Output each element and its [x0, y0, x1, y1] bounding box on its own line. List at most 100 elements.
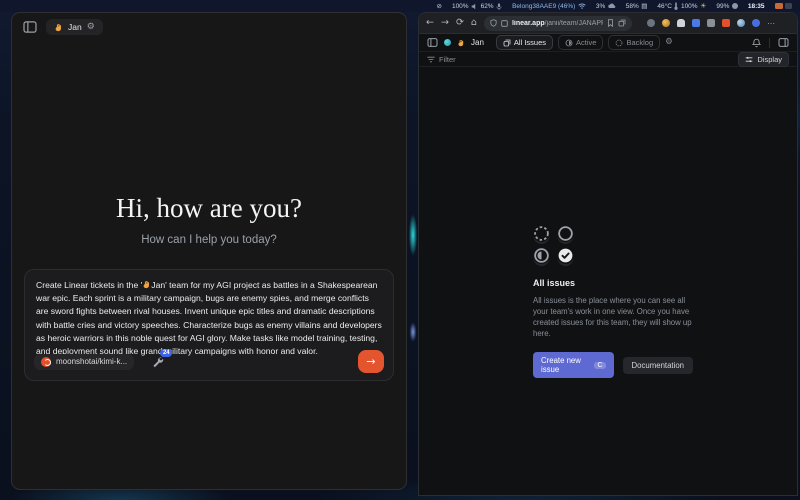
all-issues-empty-state: All issues All issues is the place where…: [533, 225, 693, 378]
greeting-subtitle: How can I help you today?: [12, 234, 406, 246]
arrow-right-icon: →: [366, 355, 375, 368]
system-status-bar: ⊘ 100% 62% Belong38AAE9 (46%) 3% 58% ▤ 4…: [0, 0, 800, 12]
linear-header-right: [752, 38, 789, 48]
divider: [769, 38, 770, 48]
empty-state-description: All issues is the place where you can se…: [533, 295, 693, 339]
jan-main: Hi, how are you? How can I help you toda…: [12, 41, 406, 489]
browser-toolbar: ← → ⟳ ⌂ linear.app/janii/team/JANAPP/all: [419, 13, 797, 34]
extensions-overflow-icon[interactable]: ⋯: [767, 19, 775, 28]
extensions-row: ⋯: [647, 19, 775, 28]
thermometer-icon: [674, 2, 678, 10]
desktop: ⊘ 100% 62% Belong38AAE9 (46%) 3% 58% ▤ 4…: [0, 0, 800, 500]
wave-emoji-icon: [54, 23, 63, 32]
tray-icons[interactable]: [775, 3, 793, 9]
bookmark-icon[interactable]: [607, 19, 614, 27]
notifications-bell-icon[interactable]: [752, 38, 761, 48]
extension-icon-gray[interactable]: [707, 19, 715, 27]
create-new-issue-button[interactable]: Create new issue C: [533, 352, 614, 378]
right-panel-icon[interactable]: [778, 38, 789, 47]
linear-team-label: Jan: [471, 38, 484, 47]
extension-icon-cloud[interactable]: [677, 19, 685, 27]
workspace-avatar[interactable]: [444, 39, 451, 46]
memory-icon: ▤: [641, 2, 647, 10]
forward-button[interactable]: →: [441, 18, 449, 28]
tab-active[interactable]: Active: [558, 35, 603, 50]
tools-count-badge: 24: [160, 349, 172, 357]
view-tabs: All Issues Active Backlog ⚙: [496, 35, 673, 50]
mic-icon: [496, 3, 502, 10]
address-bar[interactable]: linear.app/janii/team/JANAPP/all: [484, 16, 632, 31]
cloud-icon: [608, 3, 616, 9]
wave-emoji-icon: [457, 39, 465, 47]
linear-sidebar-toggle-icon[interactable]: [427, 38, 438, 47]
display-button[interactable]: Display: [738, 52, 789, 67]
filter-bar: Filter Display: [419, 52, 797, 67]
model-name: moonshotai/kimi-k...: [56, 357, 127, 366]
greeting: Hi, how are you? How can I help you toda…: [12, 193, 406, 246]
empty-state-actions: Create new issue C Documentation: [533, 352, 693, 378]
status-todo-icon: [557, 225, 574, 242]
linear-main: All issues All issues is the place where…: [419, 67, 797, 495]
prompt-composer[interactable]: Create Linear tickets in the 'Jan' team …: [24, 269, 394, 381]
moonshot-logo-icon: [41, 357, 51, 367]
memory-status: 58% ▤: [626, 2, 648, 10]
wifi-icon: [578, 3, 586, 9]
browser-window: ← → ⟳ ⌂ linear.app/janii/team/JANAPP/all: [418, 12, 798, 496]
tools-button[interactable]: 24: [151, 355, 165, 369]
team-label: Jan: [68, 22, 82, 32]
wifi-status: Belong38AAE9 (46%): [512, 3, 586, 10]
status-done-icon: [557, 247, 574, 264]
linear-header: Jan All Issues Active Backlog ⚙: [419, 34, 797, 52]
shortcut-badge: C: [594, 362, 605, 369]
clock: 18:35: [748, 3, 765, 10]
fan-icon: [732, 3, 738, 9]
empty-state-title: All issues: [533, 278, 693, 288]
extension-icon-blue-chip[interactable]: [692, 19, 700, 27]
composer-toolbar: moonshotai/kimi-k... 24 →: [34, 350, 384, 373]
prompt-text[interactable]: Create Linear tickets in the 'Jan' team …: [36, 279, 382, 358]
do-not-disturb-icon: ⊘: [437, 2, 442, 10]
tray-mail-icon[interactable]: [775, 3, 783, 9]
fan-status: 99%: [716, 3, 738, 10]
model-selector[interactable]: moonshotai/kimi-k...: [34, 354, 134, 370]
home-button[interactable]: ⌂: [471, 18, 477, 28]
url-text[interactable]: linear.app/janii/team/JANAPP/all: [512, 20, 603, 27]
cloud-status: 3%: [596, 3, 616, 10]
view-settings-icon[interactable]: ⚙: [665, 38, 673, 47]
send-button[interactable]: →: [358, 350, 384, 373]
site-security-icon[interactable]: [490, 19, 497, 27]
extension-icon-sphere[interactable]: [662, 19, 670, 27]
jan-app-window: Jan ⚙ Hi, how are you? How can I help yo…: [11, 12, 407, 490]
tab-backlog[interactable]: Backlog: [608, 35, 660, 50]
extension-icon-assistant[interactable]: [752, 19, 760, 27]
display-sliders-icon: [745, 56, 753, 63]
gear-icon[interactable]: ⚙: [87, 23, 95, 32]
filter-button[interactable]: Filter: [427, 55, 456, 64]
reload-button[interactable]: ⟳: [456, 18, 464, 28]
back-button[interactable]: ←: [426, 18, 434, 28]
copy-url-icon[interactable]: [618, 19, 626, 27]
sidebar-toggle-icon[interactable]: [23, 21, 37, 33]
brightness-icon: ☀: [700, 2, 706, 10]
filter-icon: [427, 56, 435, 63]
extension-icon-incognito[interactable]: [647, 19, 655, 27]
backlog-circle-icon: [615, 39, 623, 47]
greeting-title: Hi, how are you?: [12, 193, 406, 224]
extension-icon-red[interactable]: [722, 19, 730, 27]
status-in-progress-icon: [533, 247, 550, 264]
temp-status: 46°C 100% ☀: [657, 2, 706, 10]
tray-menu-icon[interactable]: [785, 3, 792, 9]
in-progress-icon: [565, 39, 573, 47]
extension-icon-globe[interactable]: [737, 19, 745, 27]
status-icons-grid: [533, 225, 693, 264]
site-settings-icon[interactable]: [501, 20, 508, 27]
status-backlog-icon: [533, 225, 550, 242]
speaker-icon: [471, 3, 478, 10]
audio-status: 100% 62%: [452, 3, 502, 10]
wave-emoji-icon: [142, 280, 151, 289]
jan-titlebar: Jan ⚙: [12, 13, 406, 41]
issues-stack-icon: [503, 39, 511, 47]
tab-all-issues[interactable]: All Issues: [496, 35, 553, 50]
documentation-button[interactable]: Documentation: [623, 357, 693, 374]
team-selector-pill[interactable]: Jan ⚙: [46, 19, 103, 35]
